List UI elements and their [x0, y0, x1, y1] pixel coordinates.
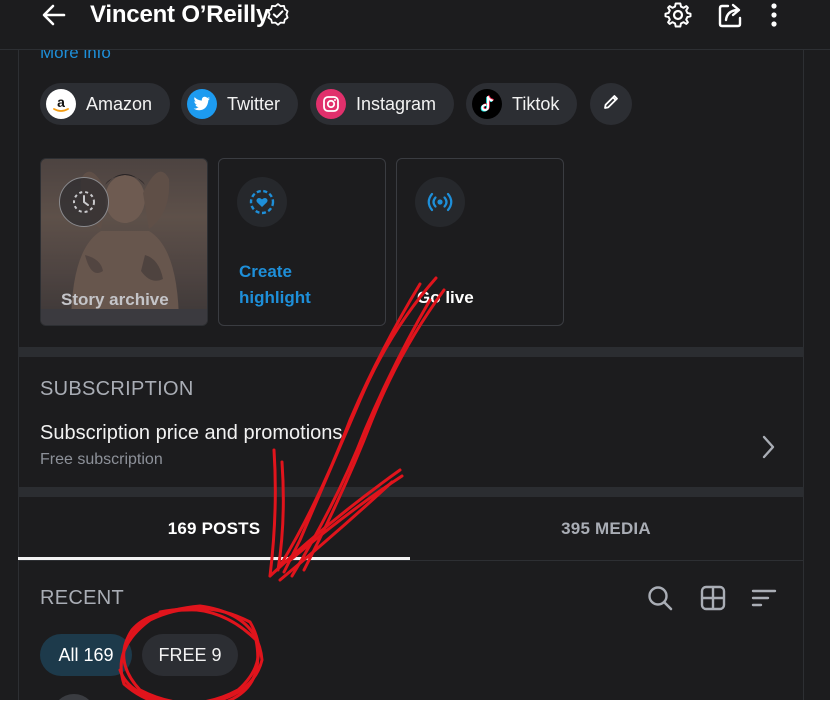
red-annotation-overlay	[118, 276, 446, 700]
annotation-stroke	[268, 448, 277, 578]
annotation-stroke	[282, 276, 438, 574]
annotation-stroke	[276, 460, 285, 572]
profile-screen: More info Vincent O’Reilly a Amazon Twit…	[0, 0, 830, 700]
